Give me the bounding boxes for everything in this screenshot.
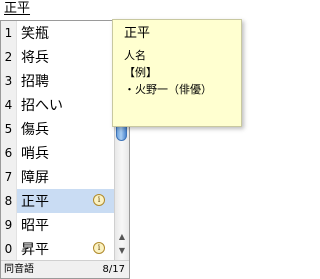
annotation-line: ・火野一（俳優） — [124, 83, 212, 96]
candidate-footer: 同音語 8/17 — [1, 260, 129, 278]
info-icon[interactable]: i — [93, 194, 105, 206]
candidate-word: 招へい — [21, 98, 63, 114]
candidate-window: 1 笑瓶 2 将兵 3 招聘 4 招へい 5 傷兵 6 哨兵 7 障屏 8 正平… — [0, 20, 130, 279]
candidate-number: 8 — [1, 189, 17, 213]
candidate-row-6[interactable]: 6 哨兵 — [1, 141, 114, 165]
candidate-row-10[interactable]: 0 昇平 i — [1, 237, 114, 261]
candidate-row-8-selected[interactable]: 8 正平 i — [1, 189, 114, 213]
candidate-word: 傷兵 — [21, 122, 49, 138]
candidate-word: 笑瓶 — [21, 26, 49, 42]
candidate-row-1[interactable]: 1 笑瓶 — [1, 21, 114, 45]
candidate-counter: 8/17 — [102, 264, 125, 275]
candidate-row-9[interactable]: 9 昭平 — [1, 213, 114, 237]
info-icon[interactable]: i — [93, 242, 105, 254]
annotation-line: 人名 — [124, 49, 146, 62]
scroll-up-arrow-icon[interactable]: ▲ — [115, 231, 129, 243]
candidate-row-2[interactable]: 2 将兵 — [1, 45, 114, 69]
candidate-number: 5 — [1, 117, 17, 141]
candidate-number: 0 — [1, 237, 17, 261]
candidate-word: 哨兵 — [21, 146, 49, 162]
candidate-number: 2 — [1, 45, 17, 69]
candidate-row-3[interactable]: 3 招聘 — [1, 69, 114, 93]
annotation-line: 【例】 — [124, 66, 157, 79]
candidate-number: 7 — [1, 165, 17, 189]
candidate-word: 招聘 — [21, 74, 49, 90]
scroll-down-arrow-icon[interactable]: ▼ — [115, 245, 129, 257]
annotation-title: 正平 — [124, 26, 151, 41]
candidate-word: 将兵 — [21, 50, 49, 66]
candidate-row-5[interactable]: 5 傷兵 — [1, 117, 114, 141]
candidate-number: 4 — [1, 93, 17, 117]
candidate-number: 9 — [1, 213, 17, 237]
candidate-list: 1 笑瓶 2 将兵 3 招聘 4 招へい 5 傷兵 6 哨兵 7 障屏 8 正平… — [1, 21, 114, 261]
candidate-category-label: 同音語 — [4, 264, 34, 275]
candidate-number: 3 — [1, 69, 17, 93]
candidate-word: 昭平 — [21, 218, 49, 234]
candidate-word: 正平 — [21, 194, 49, 210]
composition-text: 正平 — [4, 1, 31, 16]
candidate-number: 6 — [1, 141, 17, 165]
candidate-word: 昇平 — [21, 242, 49, 258]
candidate-number: 1 — [1, 21, 17, 45]
candidate-word: 障屏 — [21, 170, 49, 186]
candidate-row-7[interactable]: 7 障屏 — [1, 165, 114, 189]
annotation-popup: 正平 人名 【例】 ・火野一（俳優） — [112, 19, 242, 127]
candidate-row-4[interactable]: 4 招へい — [1, 93, 114, 117]
